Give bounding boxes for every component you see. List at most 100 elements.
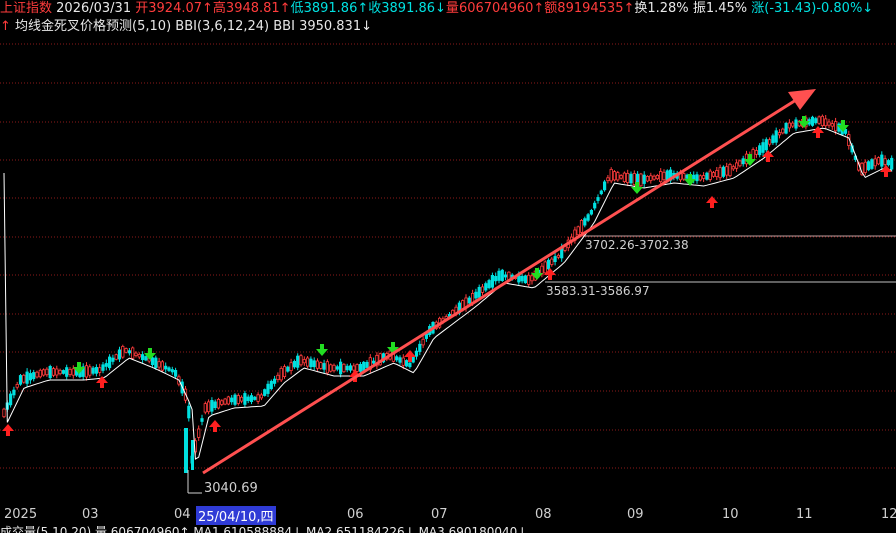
candle bbox=[131, 347, 135, 359]
candle bbox=[725, 166, 729, 176]
candle bbox=[721, 166, 726, 177]
candle bbox=[167, 367, 171, 371]
x-axis-label: 2025 bbox=[4, 507, 38, 522]
candle bbox=[612, 171, 617, 181]
candle bbox=[589, 209, 594, 215]
candle bbox=[362, 361, 366, 371]
candle bbox=[98, 367, 102, 373]
buy-arrow-icon bbox=[706, 196, 718, 208]
candle bbox=[830, 123, 834, 127]
candle bbox=[791, 122, 795, 127]
candle bbox=[490, 274, 495, 288]
candle bbox=[718, 167, 722, 179]
candle bbox=[282, 366, 287, 378]
candle bbox=[94, 366, 98, 374]
candle bbox=[705, 172, 709, 180]
candle bbox=[503, 274, 508, 278]
candle bbox=[540, 265, 544, 275]
candle bbox=[48, 365, 52, 379]
candle bbox=[246, 396, 250, 401]
candle bbox=[418, 343, 422, 352]
x-axis-label: 07 bbox=[431, 507, 448, 522]
candle bbox=[738, 160, 742, 167]
candle bbox=[42, 369, 46, 376]
bbi-line bbox=[3, 127, 892, 460]
grid-lines bbox=[0, 43, 896, 469]
candle bbox=[191, 440, 194, 470]
candle bbox=[233, 394, 237, 405]
candle bbox=[329, 364, 333, 372]
x-axis-label: 12 bbox=[881, 507, 896, 522]
candle bbox=[91, 367, 95, 374]
candle bbox=[890, 157, 894, 170]
candle bbox=[263, 389, 267, 396]
candle bbox=[302, 359, 306, 364]
candle bbox=[619, 175, 623, 179]
candle bbox=[101, 364, 105, 371]
candle bbox=[28, 373, 33, 381]
candle bbox=[579, 219, 584, 233]
candle bbox=[223, 398, 227, 405]
candle bbox=[731, 166, 735, 170]
candle bbox=[758, 145, 762, 156]
candle bbox=[659, 171, 663, 183]
candle bbox=[487, 280, 491, 289]
candle bbox=[32, 372, 36, 380]
candle bbox=[210, 399, 214, 412]
candle bbox=[477, 286, 481, 298]
candle bbox=[127, 350, 131, 354]
candle bbox=[639, 173, 643, 187]
candle bbox=[200, 418, 204, 422]
candle bbox=[58, 369, 62, 375]
candle bbox=[771, 135, 775, 144]
candle bbox=[286, 366, 290, 372]
candle bbox=[312, 360, 316, 368]
volume-indicator-text: 成交量(5,10,20) 量 606704960↑ MA1 610588884↓… bbox=[0, 525, 528, 533]
candle bbox=[470, 292, 475, 303]
candle bbox=[662, 171, 666, 181]
candle bbox=[65, 367, 69, 377]
x-axis-label: 10 bbox=[722, 507, 739, 522]
candle bbox=[682, 173, 686, 180]
level1-label: 3702.26-3702.38 bbox=[585, 238, 689, 252]
candle bbox=[523, 275, 528, 284]
low-price-label: 3040.69 bbox=[204, 481, 258, 496]
candlestick-chart[interactable]: 3040.69 3702.26-3702.38 3583.31-3586.97 bbox=[0, 0, 896, 505]
candle bbox=[603, 181, 607, 191]
candle bbox=[157, 361, 161, 368]
candle bbox=[480, 286, 485, 293]
candle bbox=[154, 357, 158, 369]
candle bbox=[609, 168, 613, 182]
candle bbox=[692, 174, 696, 180]
candle bbox=[164, 365, 168, 370]
candle bbox=[886, 160, 891, 166]
candle bbox=[55, 368, 59, 376]
candle bbox=[735, 162, 739, 169]
candle bbox=[870, 159, 874, 169]
candle bbox=[781, 128, 785, 134]
trend-arrowhead-icon bbox=[788, 89, 816, 110]
candle bbox=[12, 389, 16, 396]
candle bbox=[834, 121, 838, 132]
candle bbox=[708, 170, 712, 180]
candle bbox=[550, 258, 554, 265]
candle bbox=[259, 394, 264, 399]
candle bbox=[117, 349, 122, 360]
candle bbox=[404, 360, 409, 367]
candle bbox=[279, 367, 283, 381]
candle bbox=[22, 374, 26, 383]
candle bbox=[18, 375, 23, 385]
candle bbox=[68, 368, 72, 375]
candle bbox=[500, 269, 504, 282]
candle bbox=[586, 214, 590, 221]
candle bbox=[652, 175, 656, 180]
candle bbox=[873, 158, 877, 167]
candle bbox=[216, 398, 221, 409]
candle bbox=[332, 364, 336, 372]
candle bbox=[239, 396, 244, 402]
x-axis-label: 04 bbox=[174, 507, 191, 522]
candle bbox=[711, 172, 716, 177]
candle bbox=[335, 366, 339, 370]
candle bbox=[272, 378, 277, 384]
candle bbox=[774, 130, 778, 143]
